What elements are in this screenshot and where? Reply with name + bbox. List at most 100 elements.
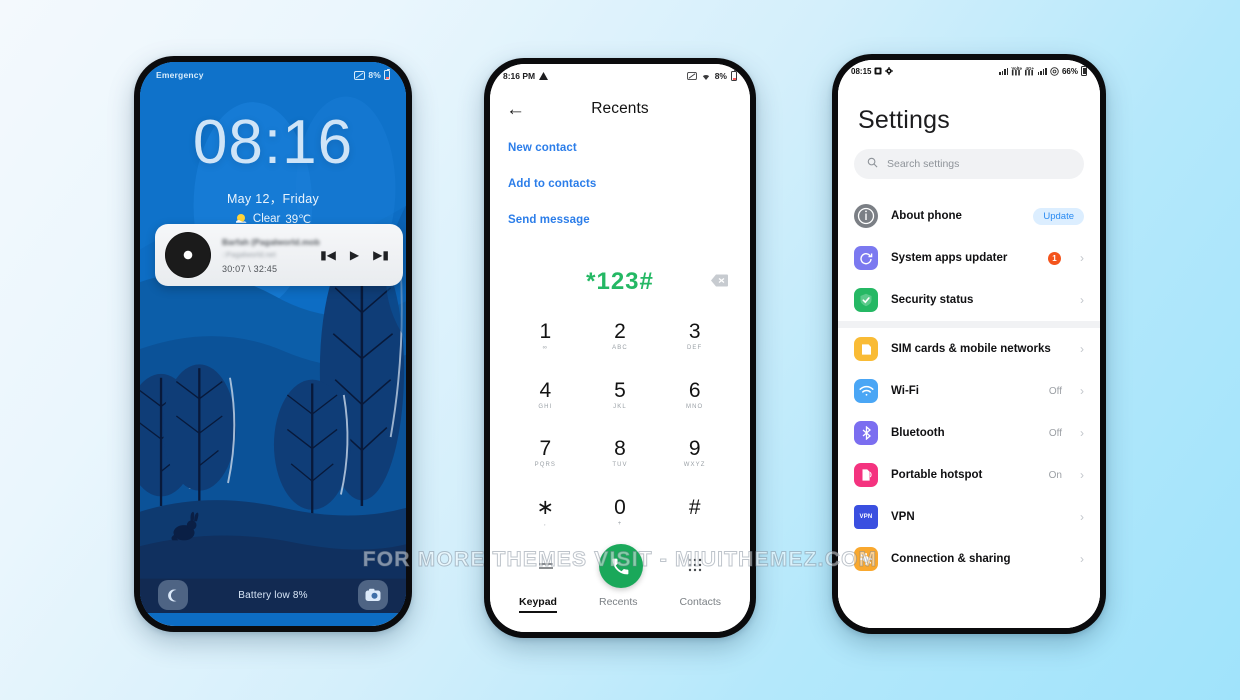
row-label: SIM cards & mobile networks: [891, 342, 1051, 355]
row-label: Security status: [891, 293, 974, 306]
lockscreen-bottom-bar: Battery low 8%: [140, 580, 406, 610]
shield-check-icon: [854, 288, 878, 312]
key-digit: 5: [614, 378, 626, 402]
camera-blocked-icon: [686, 72, 697, 80]
settings-row-system-apps-updater[interactable]: System apps updater 1 ›: [838, 237, 1100, 279]
settings-row-security-status[interactable]: Security status ›: [838, 279, 1100, 321]
settings-status-bar: 08:15 Volte ▌▌▌ 4G+ ▌▌▌ 66%: [838, 60, 1100, 82]
keypad-key-0[interactable]: 0 +: [583, 484, 658, 543]
row-label: Bluetooth: [891, 426, 945, 439]
dialer-status-time: 8:16 PM: [503, 71, 536, 81]
backspace-icon[interactable]: [711, 274, 728, 290]
keypad-key-7[interactable]: 7 PQRS: [508, 425, 583, 484]
camera-blocked-icon: [354, 70, 366, 80]
phone-mockup-lockscreen: Emergency 8% 08:16 May 12，Friday Clear 3…: [134, 56, 412, 632]
keypad-key-star[interactable]: ∗,: [508, 484, 583, 543]
keypad-key-hash[interactable]: #: [657, 484, 732, 543]
page-title: Settings: [858, 106, 950, 134]
music-controls: ▮◀ ▶ ▶▮: [320, 249, 393, 261]
hotspot-icon: [854, 463, 878, 487]
lockscreen-battery-percent: 8%: [368, 70, 381, 80]
settings-group-2: SIM cards & mobile networks › Wi-Fi Off …: [838, 321, 1100, 580]
menu-icon[interactable]: [538, 558, 554, 574]
search-settings-field[interactable]: Search settings: [854, 149, 1084, 179]
new-contact-link[interactable]: New contact: [508, 142, 732, 154]
keypad-key-8[interactable]: 8 TUV: [583, 425, 658, 484]
play-icon[interactable]: ▶: [350, 249, 359, 261]
keypad-key-5[interactable]: 5 JKL: [583, 367, 658, 426]
call-icon[interactable]: [598, 544, 643, 588]
tab-recents[interactable]: Recents: [599, 596, 638, 613]
settings-row-portable-hotspot[interactable]: Portable hotspot On ›: [838, 454, 1100, 496]
battery-icon: [731, 69, 737, 81]
keypad-key-3[interactable]: 3 DEF: [657, 308, 732, 367]
update-pill[interactable]: Update: [1033, 207, 1084, 225]
sim-icon: [874, 67, 882, 75]
tab-keypad[interactable]: Keypad: [519, 596, 557, 613]
dialer-title: Recents: [591, 100, 649, 117]
key-digit: #: [688, 495, 701, 519]
search-icon: [867, 157, 878, 171]
connection-sharing-icon: [854, 547, 878, 571]
phone-shortcut-button[interactable]: [158, 580, 188, 610]
music-widget[interactable]: Barfah (Pagalworld.mobi) ::Pagalworld.ne…: [155, 224, 403, 286]
chevron-right-icon: ›: [1080, 468, 1084, 482]
row-value: Off: [1048, 385, 1062, 397]
dialer-battery-percent: 8%: [714, 71, 727, 81]
key-letters: MNO: [686, 403, 704, 410]
dialer-tabs: Keypad Recents Contacts: [490, 596, 750, 613]
dialpad-icon[interactable]: [688, 558, 702, 575]
search-placeholder: Search settings: [887, 158, 960, 170]
volte-icon: Volte ▌▌▌: [1011, 65, 1023, 75]
signal-icon: [998, 67, 1009, 75]
key-digit: 1: [539, 320, 552, 344]
key-letters: JKL: [613, 403, 627, 410]
settings-row-vpn[interactable]: VPN VPN ›: [838, 496, 1100, 538]
settings-row-connection-sharing[interactable]: Connection & sharing ›: [838, 538, 1100, 580]
dialer-header: ← Recents: [490, 88, 750, 130]
vinyl-disc-icon: [165, 232, 211, 278]
settings-row-wifi[interactable]: Wi-Fi Off ›: [838, 370, 1100, 412]
sim-card-icon: [854, 337, 878, 361]
tab-contacts[interactable]: Contacts: [680, 596, 721, 613]
music-info: Barfah (Pagalworld.mobi) ::Pagalworld.ne…: [211, 237, 320, 274]
row-label: About phone: [891, 209, 962, 222]
dialed-number[interactable]: *123#: [586, 268, 654, 296]
dialer-quick-links: New contact Add to contacts Send message: [490, 130, 750, 250]
key-letters: +: [617, 520, 623, 527]
row-label: VPN: [891, 510, 915, 523]
keypad-key-9[interactable]: 9 WXYZ: [657, 425, 732, 484]
warning-icon: [539, 72, 549, 80]
keypad-key-4[interactable]: 4 GHI: [508, 367, 583, 426]
camera-shortcut-button[interactable]: [358, 580, 388, 610]
keypad-key-2[interactable]: 2 ABC: [583, 308, 658, 367]
battery-icon: [384, 68, 390, 80]
chevron-right-icon: ›: [1080, 384, 1084, 398]
key-digit: 6: [688, 378, 701, 402]
lockscreen: Emergency 8% 08:16 May 12，Friday Clear 3…: [140, 62, 406, 626]
row-label: System apps updater: [891, 251, 1008, 264]
send-message-link[interactable]: Send message: [508, 214, 732, 226]
emergency-label: Emergency: [156, 70, 204, 80]
add-to-contacts-link[interactable]: Add to contacts: [508, 178, 732, 190]
key-letters: GHI: [538, 403, 553, 410]
signal-icon-2: [1037, 67, 1047, 75]
skip-previous-icon[interactable]: ▮◀: [320, 249, 336, 261]
settings-app: 08:15 Volte ▌▌▌ 4G+ ▌▌▌ 66% Settings Sea…: [838, 60, 1100, 628]
lockscreen-clock: 08:16: [192, 108, 354, 177]
music-elapsed-total: 30:07 \ 32:45: [222, 263, 278, 274]
phone-mockup-dialer: 8:16 PM 8% ← Recents New contact Add to …: [484, 58, 756, 638]
settings-row-sim-cards[interactable]: SIM cards & mobile networks ›: [838, 328, 1100, 370]
settings-row-about-phone[interactable]: About phone Update: [838, 195, 1100, 237]
keypad-key-1[interactable]: 1 ∞: [508, 308, 583, 367]
key-digit: 8: [614, 437, 626, 461]
settings-row-bluetooth[interactable]: Bluetooth Off ›: [838, 412, 1100, 454]
row-value: Off: [1048, 427, 1062, 439]
lockscreen-screen: Emergency 8% 08:16 May 12，Friday Clear 3…: [140, 62, 406, 626]
keypad-key-6[interactable]: 6 MNO: [657, 367, 732, 426]
skip-next-icon[interactable]: ▶▮: [373, 249, 389, 261]
settings-body: Settings Search settings About phone Upd…: [838, 82, 1100, 628]
dialer-status-bar: 8:16 PM 8%: [490, 64, 750, 88]
vpn-icon: VPN: [854, 505, 878, 529]
bluetooth-icon: [854, 421, 878, 445]
